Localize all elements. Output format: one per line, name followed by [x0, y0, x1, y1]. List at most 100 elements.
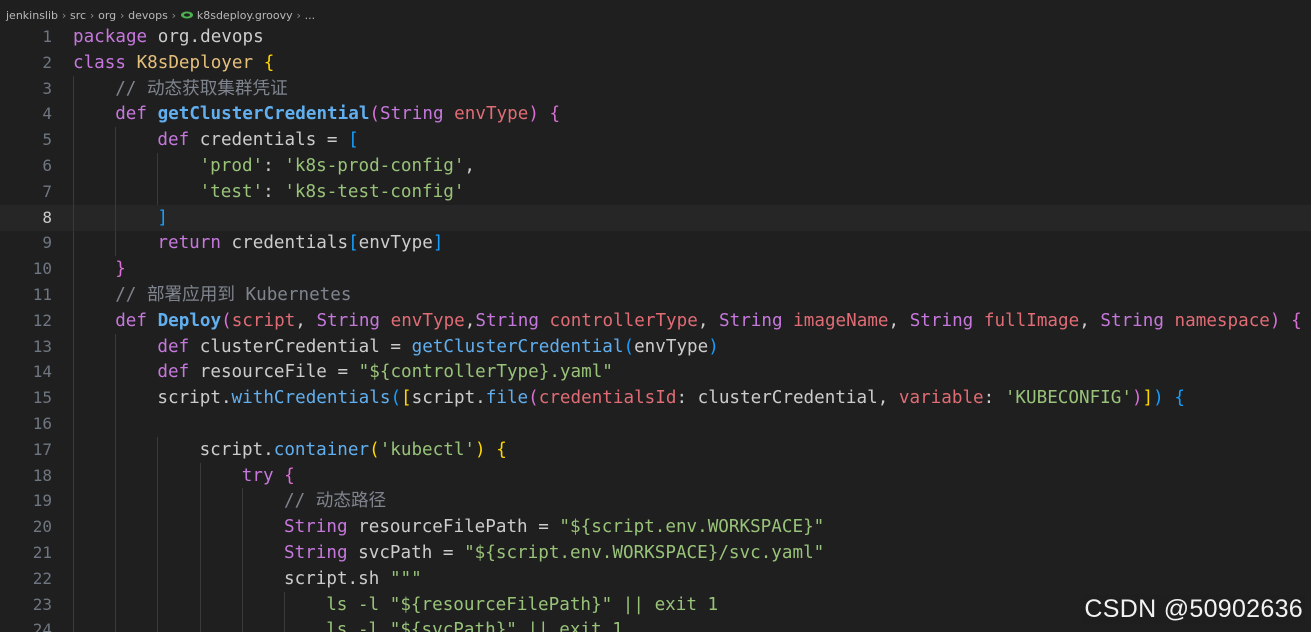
- code-line[interactable]: 8]: [0, 204, 1311, 231]
- indent-guide: [73, 565, 74, 592]
- code-token: [: [401, 388, 412, 409]
- code-line[interactable]: 7 'test': 'k8s-test-config': [0, 178, 1311, 205]
- indent-guide: [73, 230, 74, 257]
- indent-guide: [157, 462, 159, 489]
- line-number: 14: [32, 362, 52, 382]
- code-text: script.container('kubectl') {: [200, 437, 507, 463]
- code-line[interactable]: 4 def getClusterCredential(String envType…: [0, 101, 1311, 128]
- indent-guide: [115, 204, 117, 231]
- code-token: getClusterCredential: [157, 104, 370, 125]
- code-text: 'test': 'k8s-test-config': [200, 179, 465, 205]
- indent-guide: [115, 565, 117, 592]
- indent-guide: [241, 540, 243, 566]
- code-token: (: [369, 439, 380, 460]
- indent-guide: [73, 359, 74, 386]
- code-line[interactable]: 20 String resourceFilePath = "${script.en…: [0, 514, 1311, 541]
- code-line[interactable]: 22 script.sh """: [0, 565, 1311, 592]
- code-editor[interactable]: jenkinslib › src › org › devops › k8sdep…: [0, 0, 1311, 632]
- line-number: 24: [32, 620, 52, 632]
- indent-guide: [73, 282, 74, 308]
- code-token: ): [1131, 388, 1143, 409]
- code-line[interactable]: 5 def credentials = [: [0, 127, 1311, 154]
- code-text: 'prod': 'k8s-prod-config',: [200, 153, 475, 179]
- code-token: script.env.WORKSPACE: [591, 517, 804, 538]
- code-line[interactable]: 2 class K8sDeployer {: [0, 50, 1311, 76]
- code-token: ls -l "${: [326, 594, 422, 615]
- code-token: 'k8s-test-config': [284, 181, 465, 202]
- indent-guide: [157, 617, 159, 632]
- code-line[interactable]: 17 script.container('kubectl') {: [0, 436, 1311, 463]
- code-token: namespace: [1174, 310, 1270, 331]
- code-token: envType: [358, 233, 433, 254]
- code-line[interactable]: 13 def clusterCredential = getClusterCred…: [0, 333, 1311, 360]
- code-token: {: [263, 52, 275, 73]
- indent-guide: [73, 411, 74, 437]
- indent-guide: [73, 153, 74, 179]
- breadcrumb-folder-org[interactable]: org: [98, 9, 116, 22]
- line-number: 9: [42, 233, 52, 253]
- line-number: 12: [32, 310, 52, 330]
- indent-guide: [241, 617, 243, 632]
- code-token: def: [157, 362, 190, 383]
- breadcrumb-file[interactable]: k8sdeploy.groovy: [197, 9, 293, 22]
- breadcrumb-folder-jenkinslib[interactable]: jenkinslib: [6, 9, 58, 22]
- code-line[interactable]: 19 // 动态路径: [0, 488, 1311, 515]
- code-token: }: [115, 259, 126, 280]
- code-token: // 部署应用到 Kubernetes: [115, 285, 352, 305]
- code-token: def: [115, 104, 147, 125]
- code-line[interactable]: 16: [0, 411, 1311, 437]
- code-line[interactable]: 6 'prod': 'k8s-prod-config',: [0, 153, 1311, 179]
- code-token: ,: [888, 310, 910, 331]
- code-line[interactable]: 21 String svcPath = "${script.env.WORKSPA…: [0, 540, 1311, 566]
- code-token: script: [231, 310, 296, 331]
- code-line[interactable]: 3 // 动态获取集群凭证: [0, 75, 1311, 102]
- breadcrumb-symbol-more[interactable]: ...: [305, 9, 316, 22]
- code-token: try: [241, 465, 274, 486]
- indent-guide: [73, 178, 74, 205]
- code-token: }.yaml": [538, 362, 613, 383]
- code-token: script.: [199, 439, 274, 460]
- code-text: ls -l "${svcPath}" || exit 1: [326, 617, 623, 632]
- code-token: script.sh: [284, 568, 390, 589]
- breadcrumb-chevron-icon: ›: [296, 8, 301, 22]
- breadcrumb-folder-devops[interactable]: devops: [128, 9, 168, 22]
- code-line[interactable]: 9 return credentials[envType]: [0, 230, 1311, 257]
- indent-guide: [115, 436, 117, 463]
- code-token: String: [719, 310, 783, 331]
- breadcrumb-chevron-icon: ›: [119, 8, 125, 22]
- code-token: {: [284, 465, 295, 486]
- code-line[interactable]: 18 try {: [0, 462, 1311, 489]
- code-token: ,: [1079, 310, 1101, 331]
- code-line[interactable]: 14 def resourceFile = "${controllerType}.…: [0, 359, 1311, 386]
- code-line[interactable]: 12 def Deploy(script, String envType,Stri…: [0, 307, 1311, 334]
- code-line[interactable]: 10}: [0, 256, 1311, 283]
- code-token: (: [528, 388, 539, 409]
- indent-guide: [241, 591, 243, 618]
- code-token: "${: [464, 543, 496, 563]
- code-line[interactable]: 1 package org.devops: [0, 24, 1311, 50]
- indent-guide: [199, 488, 201, 515]
- line-number: 22: [32, 568, 52, 588]
- code-area[interactable]: 1 package org.devops 2 class K8sDeployer {3…: [0, 24, 1311, 632]
- code-token: [: [348, 233, 359, 254]
- line-number: 17: [32, 439, 52, 459]
- code-token: resourceFile =: [189, 362, 359, 383]
- code-line[interactable]: 11 // 部署应用到 Kubernetes: [0, 282, 1311, 308]
- code-text: script.sh """: [284, 566, 422, 592]
- code-text: return credentials[envType]: [157, 230, 443, 256]
- code-text: ]: [157, 205, 168, 231]
- line-number: 1: [42, 27, 52, 46]
- indent-guide: [73, 488, 74, 515]
- breadcrumb-folder-src[interactable]: src: [70, 9, 86, 22]
- line-number: 20: [32, 517, 52, 537]
- indent-guide: [73, 591, 74, 618]
- line-number: 15: [32, 388, 52, 408]
- code-line[interactable]: 15 script.withCredentials([script.file(cr…: [0, 385, 1311, 412]
- breadcrumb-chevron-icon: ›: [61, 8, 67, 22]
- indent-guide: [73, 462, 74, 489]
- breadcrumb-chevron-icon: ›: [171, 8, 177, 22]
- code-token: 'kubectl': [379, 439, 476, 460]
